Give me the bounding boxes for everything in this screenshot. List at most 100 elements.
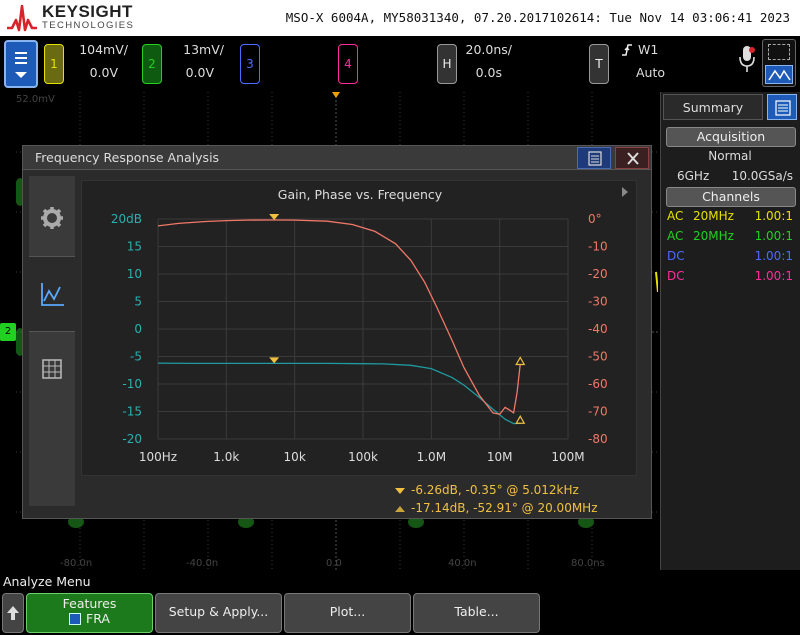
- table-tab[interactable]: [29, 336, 75, 412]
- channel-2-ground-marker[interactable]: 2: [0, 323, 16, 341]
- touch-icon: [765, 65, 793, 84]
- x-tick-label: 1.0M: [417, 450, 446, 464]
- channel-1-summary: AC 20MHz 1.00:1: [667, 207, 793, 225]
- arrow-up-icon: [7, 606, 19, 620]
- marker-2-readout: -17.14dB, -52.91° @ 20.00MHz: [395, 501, 645, 515]
- selected-square-icon: [69, 612, 82, 625]
- settings-tab[interactable]: [29, 176, 75, 252]
- channel-2-summary: AC 20MHz 1.00:1: [667, 227, 793, 245]
- fra-title-bar[interactable]: Frequency Response Analysis: [23, 146, 651, 170]
- trigger-edge-icon: [622, 44, 632, 56]
- y-right-tick-label: -80: [588, 432, 608, 446]
- features-value-row: FRA: [27, 611, 152, 626]
- touch-select-icon: [768, 44, 790, 60]
- brand-name: KEYSIGHT: [42, 2, 133, 21]
- y-left-tick-label: -15: [122, 405, 142, 419]
- trigger-position-marker: [332, 92, 340, 98]
- trigger-mode: Auto: [636, 65, 666, 80]
- acquisition-mode: Normal: [708, 149, 752, 163]
- x-tick-label: 10k: [284, 450, 306, 464]
- y-left-tick-label: -5: [130, 350, 142, 364]
- bandwidth-value: 6GHz: [677, 169, 710, 183]
- acquisition-header: Acquisition: [666, 127, 796, 147]
- y-right-tick-label: 0°: [588, 212, 602, 226]
- analyze-menu-label: Analyze Menu: [3, 574, 91, 589]
- channel-bar: 1 104mV/ 0.0V 2 13mV/ 0.0V 3 4 H 20.0ns/…: [0, 36, 800, 92]
- summary-panel: Summary Acquisition Normal 6GHz 10.0GSa/…: [660, 92, 800, 570]
- x-tick-label: 100Hz: [139, 450, 177, 464]
- horizontal-position: 0.0s: [475, 65, 502, 80]
- list-icon: [588, 151, 602, 166]
- marker-1-gain-point: [269, 357, 280, 364]
- instrument-header: KEYSIGHT TECHNOLOGIES MSO-X 6004A, MY580…: [0, 0, 800, 36]
- plot-expand-icon[interactable]: [622, 187, 628, 197]
- y-right-tick-label: -50: [588, 350, 608, 364]
- coupling: AC: [667, 229, 684, 243]
- features-label: Features: [62, 596, 117, 611]
- x-tick-label: 100M: [551, 450, 584, 464]
- y-left-tick-label: -20: [122, 432, 142, 446]
- plot-tab[interactable]: [29, 256, 75, 332]
- sample-rate-value: 10.0GSa/s: [731, 169, 793, 183]
- time-label-2: -40.0n: [186, 558, 219, 569]
- grid-top-label: 52.0mV: [16, 94, 55, 105]
- channel-4-button[interactable]: 4: [338, 44, 358, 84]
- setup-apply-softkey[interactable]: Setup & Apply...: [155, 593, 282, 633]
- channel-3-button[interactable]: 3: [240, 44, 260, 84]
- panel-menu-button[interactable]: [767, 94, 797, 120]
- acq-rates-row: 6GHz 10.0GSa/s: [667, 167, 793, 185]
- marker-1-text: -6.26dB, -0.35° @ 5.012kHz: [411, 483, 579, 497]
- marker-1-readout: -6.26dB, -0.35° @ 5.012kHz: [395, 483, 645, 497]
- trigger-button[interactable]: T: [589, 44, 609, 84]
- horizontal-scale: 20.0ns/: [465, 42, 512, 57]
- fra-side-tabs: [29, 176, 75, 506]
- fra-close-button[interactable]: [615, 147, 649, 169]
- list-icon: [775, 100, 791, 116]
- fra-menu-button[interactable]: [577, 147, 611, 169]
- y-left-tick-label: 10: [127, 267, 142, 281]
- main-menu-button[interactable]: [4, 40, 38, 88]
- open-marker-icon: [395, 506, 405, 512]
- y-right-tick-label: -70: [588, 405, 608, 419]
- brand-subtitle: TECHNOLOGIES: [42, 20, 135, 31]
- horizontal-button[interactable]: H: [437, 44, 457, 84]
- features-value: FRA: [86, 611, 110, 626]
- channels-header: Channels: [666, 187, 796, 207]
- features-softkey[interactable]: Features FRA: [26, 593, 153, 633]
- y-left-tick-label: -10: [122, 377, 142, 391]
- time-label-3: 0.0: [326, 558, 342, 569]
- channel-3-summary: DC 1.00:1: [667, 247, 793, 265]
- y-left-tick-label: 5: [134, 295, 142, 309]
- channel-1-button[interactable]: 1: [44, 44, 64, 84]
- table-softkey[interactable]: Table...: [413, 593, 540, 633]
- coupling: AC: [667, 209, 684, 223]
- channel-4-summary: DC 1.00:1: [667, 267, 793, 285]
- y-left-tick-label: 20dB: [111, 212, 142, 226]
- ch1-scale: 104mV/: [79, 42, 128, 57]
- gear-icon: [41, 207, 63, 229]
- back-button[interactable]: [2, 593, 24, 633]
- channel-2-button[interactable]: 2: [142, 44, 162, 84]
- fra-plot-area[interactable]: 100Hz 1.0k 10k 100k 1.0M 10M 100M 20dB 0° 15 -10 10…: [81, 180, 637, 476]
- x-tick-label: 100k: [348, 450, 378, 464]
- filled-marker-icon: [395, 488, 405, 494]
- time-label-4: 40.0n: [448, 558, 477, 569]
- ch1-offset: 0.0V: [89, 65, 118, 80]
- y-right-tick-label: -10: [588, 240, 608, 254]
- y-right-tick-label: -60: [588, 377, 608, 391]
- microphone-icon[interactable]: [737, 44, 757, 74]
- y-right-tick-label: -40: [588, 322, 608, 336]
- x-tick-label: 1.0k: [213, 450, 239, 464]
- summary-tab[interactable]: Summary: [663, 94, 763, 120]
- marker-2-phase-point: [515, 356, 526, 366]
- model-info-text: MSO-X 6004A, MY58031340, 07.20.201710261…: [285, 10, 790, 25]
- ch2-scale: 13mV/: [183, 42, 224, 57]
- table-icon: [42, 359, 62, 379]
- touch-toggle-button[interactable]: [762, 39, 796, 87]
- marker-2-gain-point: [515, 415, 526, 424]
- chevron-down-icon: [15, 72, 27, 78]
- plot-softkey[interactable]: Plot...: [284, 593, 411, 633]
- trigger-source: W1: [638, 42, 659, 57]
- fra-title: Frequency Response Analysis: [35, 150, 220, 165]
- y-left-tick-label: 0: [134, 322, 142, 336]
